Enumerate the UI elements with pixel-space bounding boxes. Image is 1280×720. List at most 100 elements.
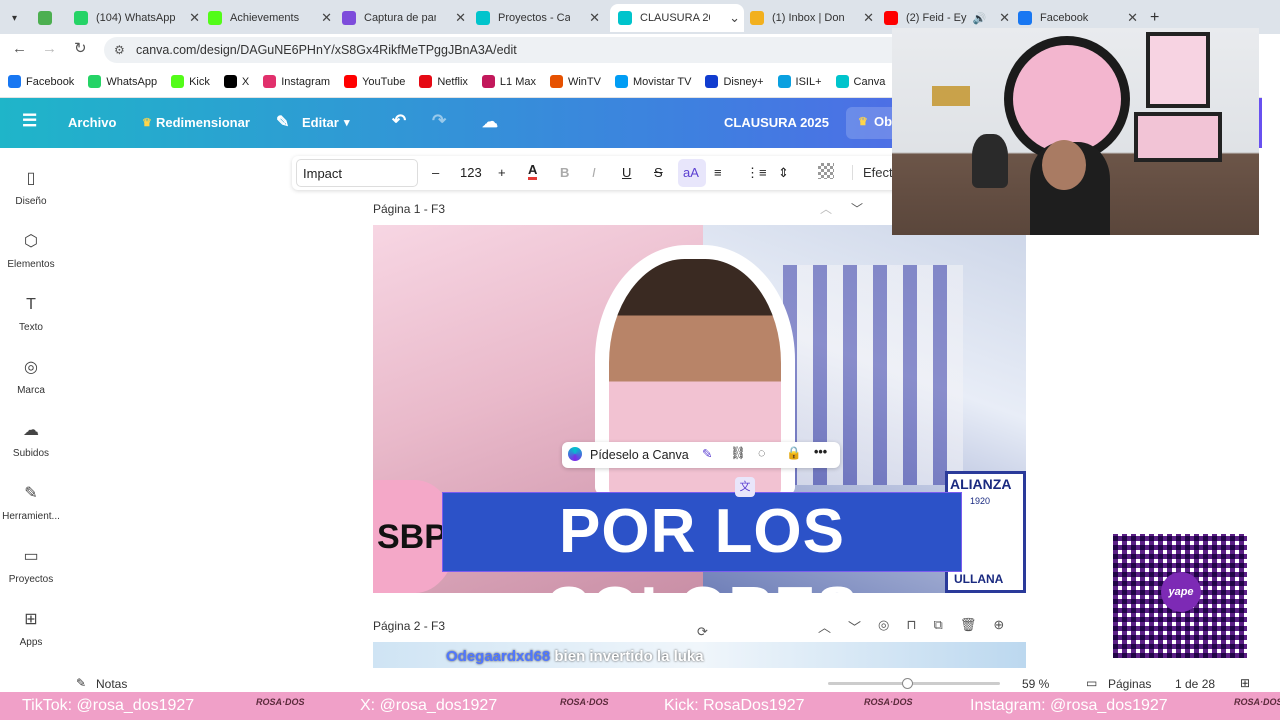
duplicate-icon[interactable]: ⧉ [934,617,943,636]
bookmark-wintv[interactable]: WinTV [549,75,601,88]
font-size-input[interactable]: 123 [460,165,482,180]
bookmark-movistar-tv[interactable]: Movistar TV [614,75,691,88]
sidebar-item-texto[interactable]: T Texto [0,296,62,333]
sidebar-item-marca[interactable]: ◎ Marca [0,359,62,396]
increase-size-button[interactable]: + [498,165,506,180]
bookmark-isil-[interactable]: ISIL+ [777,75,822,88]
lock-icon[interactable]: 🔒 [786,446,802,461]
hide-icon[interactable]: ◎ [878,617,889,636]
bookmark-x[interactable]: X [223,75,249,88]
pinned-tab[interactable] [38,4,64,32]
close-icon[interactable]: ✕ [189,10,200,26]
font-family-select[interactable]: Impact [296,159,418,187]
chevron-down-icon[interactable]: ﹀ [848,617,861,636]
tab-captura[interactable]: Captura de pantalla✕ [342,4,470,32]
list-icon[interactable]: ⋮≡ [746,165,767,181]
strikethrough-icon[interactable]: S [654,165,663,180]
headline-text-box[interactable]: POR LOS COLORES [442,492,962,593]
text-color-icon[interactable]: A [528,162,538,180]
case-toggle[interactable]: aA [678,159,706,187]
effects-button[interactable]: Efect [852,165,893,180]
sidebar-item-herramient[interactable]: ✎ Herramient... [0,485,62,522]
bookmark-l1-max[interactable]: L1 Max [481,75,536,88]
delete-icon[interactable]: 🗑 [960,617,977,636]
rotate-handle-icon[interactable]: ⟳ [697,624,708,640]
notes-button[interactable]: Notas [96,677,127,691]
bookmark-instagram[interactable]: Instagram [263,75,330,88]
sidebar-item-elementos[interactable]: ⬡ Elementos [0,233,62,270]
pages-button[interactable]: Páginas [1108,677,1151,691]
resize-button[interactable]: Redimensionar [156,115,250,130]
bold-icon[interactable]: B [560,165,569,180]
design-page-1[interactable]: SBP ALIANZA 1920 ULLANA POR LOS COLORES … [373,225,1026,593]
tab-proyectos-canva[interactable]: Proyectos - Canva✕ [476,4,604,32]
edit-menu[interactable]: Editar [302,115,339,130]
sidebar-item-apps[interactable]: ⊞ Apps [0,611,62,648]
bookmark-kick[interactable]: Kick [171,75,210,88]
sidebar-item-proyectos[interactable]: ▭ Proyectos [0,548,62,585]
yape-qr-code: yape [1105,526,1255,666]
lock-icon[interactable]: ⊓ [906,617,916,636]
bookmark-netflix[interactable]: Netflix [419,75,468,88]
archivo-menu[interactable]: Archivo [68,115,116,130]
bookmark-disney-[interactable]: Disney+ [705,75,764,88]
undo-icon[interactable]: ↶ [392,111,406,131]
chevron-down-icon[interactable]: ﹀ [851,200,863,217]
close-icon[interactable]: ✕ [1127,10,1138,26]
close-icon[interactable]: ✕ [863,10,874,26]
instagram-icon [263,75,277,88]
tools-icon: ✎ [24,485,38,502]
comment-icon[interactable]: ◌ [758,446,765,460]
tab-whatsapp[interactable]: (104) WhatsApp ✕ [74,4,204,32]
design-title[interactable]: CLAUSURA 2025 [724,115,829,130]
sidebar-item-subidos[interactable]: ☁ Subidos [0,422,62,459]
chevron-down-icon: ▾ [344,117,350,129]
translate-icon[interactable]: 文 [735,477,755,497]
underline-icon[interactable]: U [622,165,631,180]
tab-inbox[interactable]: (1) Inbox | Donations✕ [750,4,878,32]
transparency-icon[interactable] [818,163,834,179]
bookmark-canva[interactable]: Canva [835,75,885,88]
cloud-saved-icon[interactable]: ☁ [482,112,498,132]
spacing-icon[interactable]: ⇕ [778,165,789,181]
magic-wand-icon[interactable]: ✎ [702,446,712,461]
zoom-slider[interactable] [828,678,1000,689]
close-icon[interactable]: ✕ [455,10,466,26]
tab-achievements[interactable]: Achievements ✕ [208,4,336,32]
redo-icon[interactable]: ↷ [432,111,446,131]
decrease-size-button[interactable]: – [432,165,439,180]
bookmark-whatsapp[interactable]: WhatsApp [88,75,157,88]
menu-icon[interactable]: ☰ [22,111,37,131]
forward-arrow-icon[interactable]: → [42,40,57,57]
tab-list-button[interactable]: ▾ [6,4,32,32]
reload-icon[interactable]: ↻ [74,39,87,57]
bookmark-youtube[interactable]: YouTube [344,75,405,88]
dropdown-icon[interactable]: ⌄ [729,10,740,26]
chevron-up-icon[interactable]: ︿ [820,200,832,217]
page-count: 1 de 28 [1175,677,1216,691]
chevron-up-icon[interactable]: ︿ [818,617,831,636]
close-icon[interactable]: ✕ [589,10,600,26]
more-options-icon[interactable]: ••• [814,445,827,459]
ask-canva-button[interactable]: Pídeselo a Canva [590,448,689,462]
notes-icon[interactable]: ✎ [76,676,86,690]
site-info-icon[interactable]: ⚙ [114,37,125,63]
link-icon[interactable]: ⛓ [730,446,746,461]
add-page-icon[interactable]: ⊕ [993,617,1004,636]
bookmark-facebook[interactable]: Facebook [8,75,74,88]
sidebar-item-dise-o[interactable]: ▯ Diseño [0,170,62,207]
tab-clausura-active[interactable]: CLAUSURA 2025⌄ [610,4,744,32]
close-icon[interactable]: ✕ [321,10,332,26]
sidebar-item-label: Marca [17,385,45,396]
url-field[interactable]: ⚙ canva.com/design/DAGuNE6PHnY/xS8Gx4Rikf… [104,37,904,63]
bookmark-label: Instagram [281,75,331,88]
disney--icon [705,75,719,88]
grid-view-icon[interactable]: ⊞ [1240,676,1250,690]
zoom-level[interactable]: 59 % [1022,677,1049,691]
align-center-icon[interactable]: ≡ [714,165,722,180]
close-icon[interactable]: ✕ [999,10,1010,26]
italic-icon[interactable]: I [592,165,596,180]
zoom-slider-thumb[interactable] [902,678,913,689]
sidebar-item-label: Subidos [12,448,50,459]
back-arrow-icon[interactable]: ← [12,40,27,57]
